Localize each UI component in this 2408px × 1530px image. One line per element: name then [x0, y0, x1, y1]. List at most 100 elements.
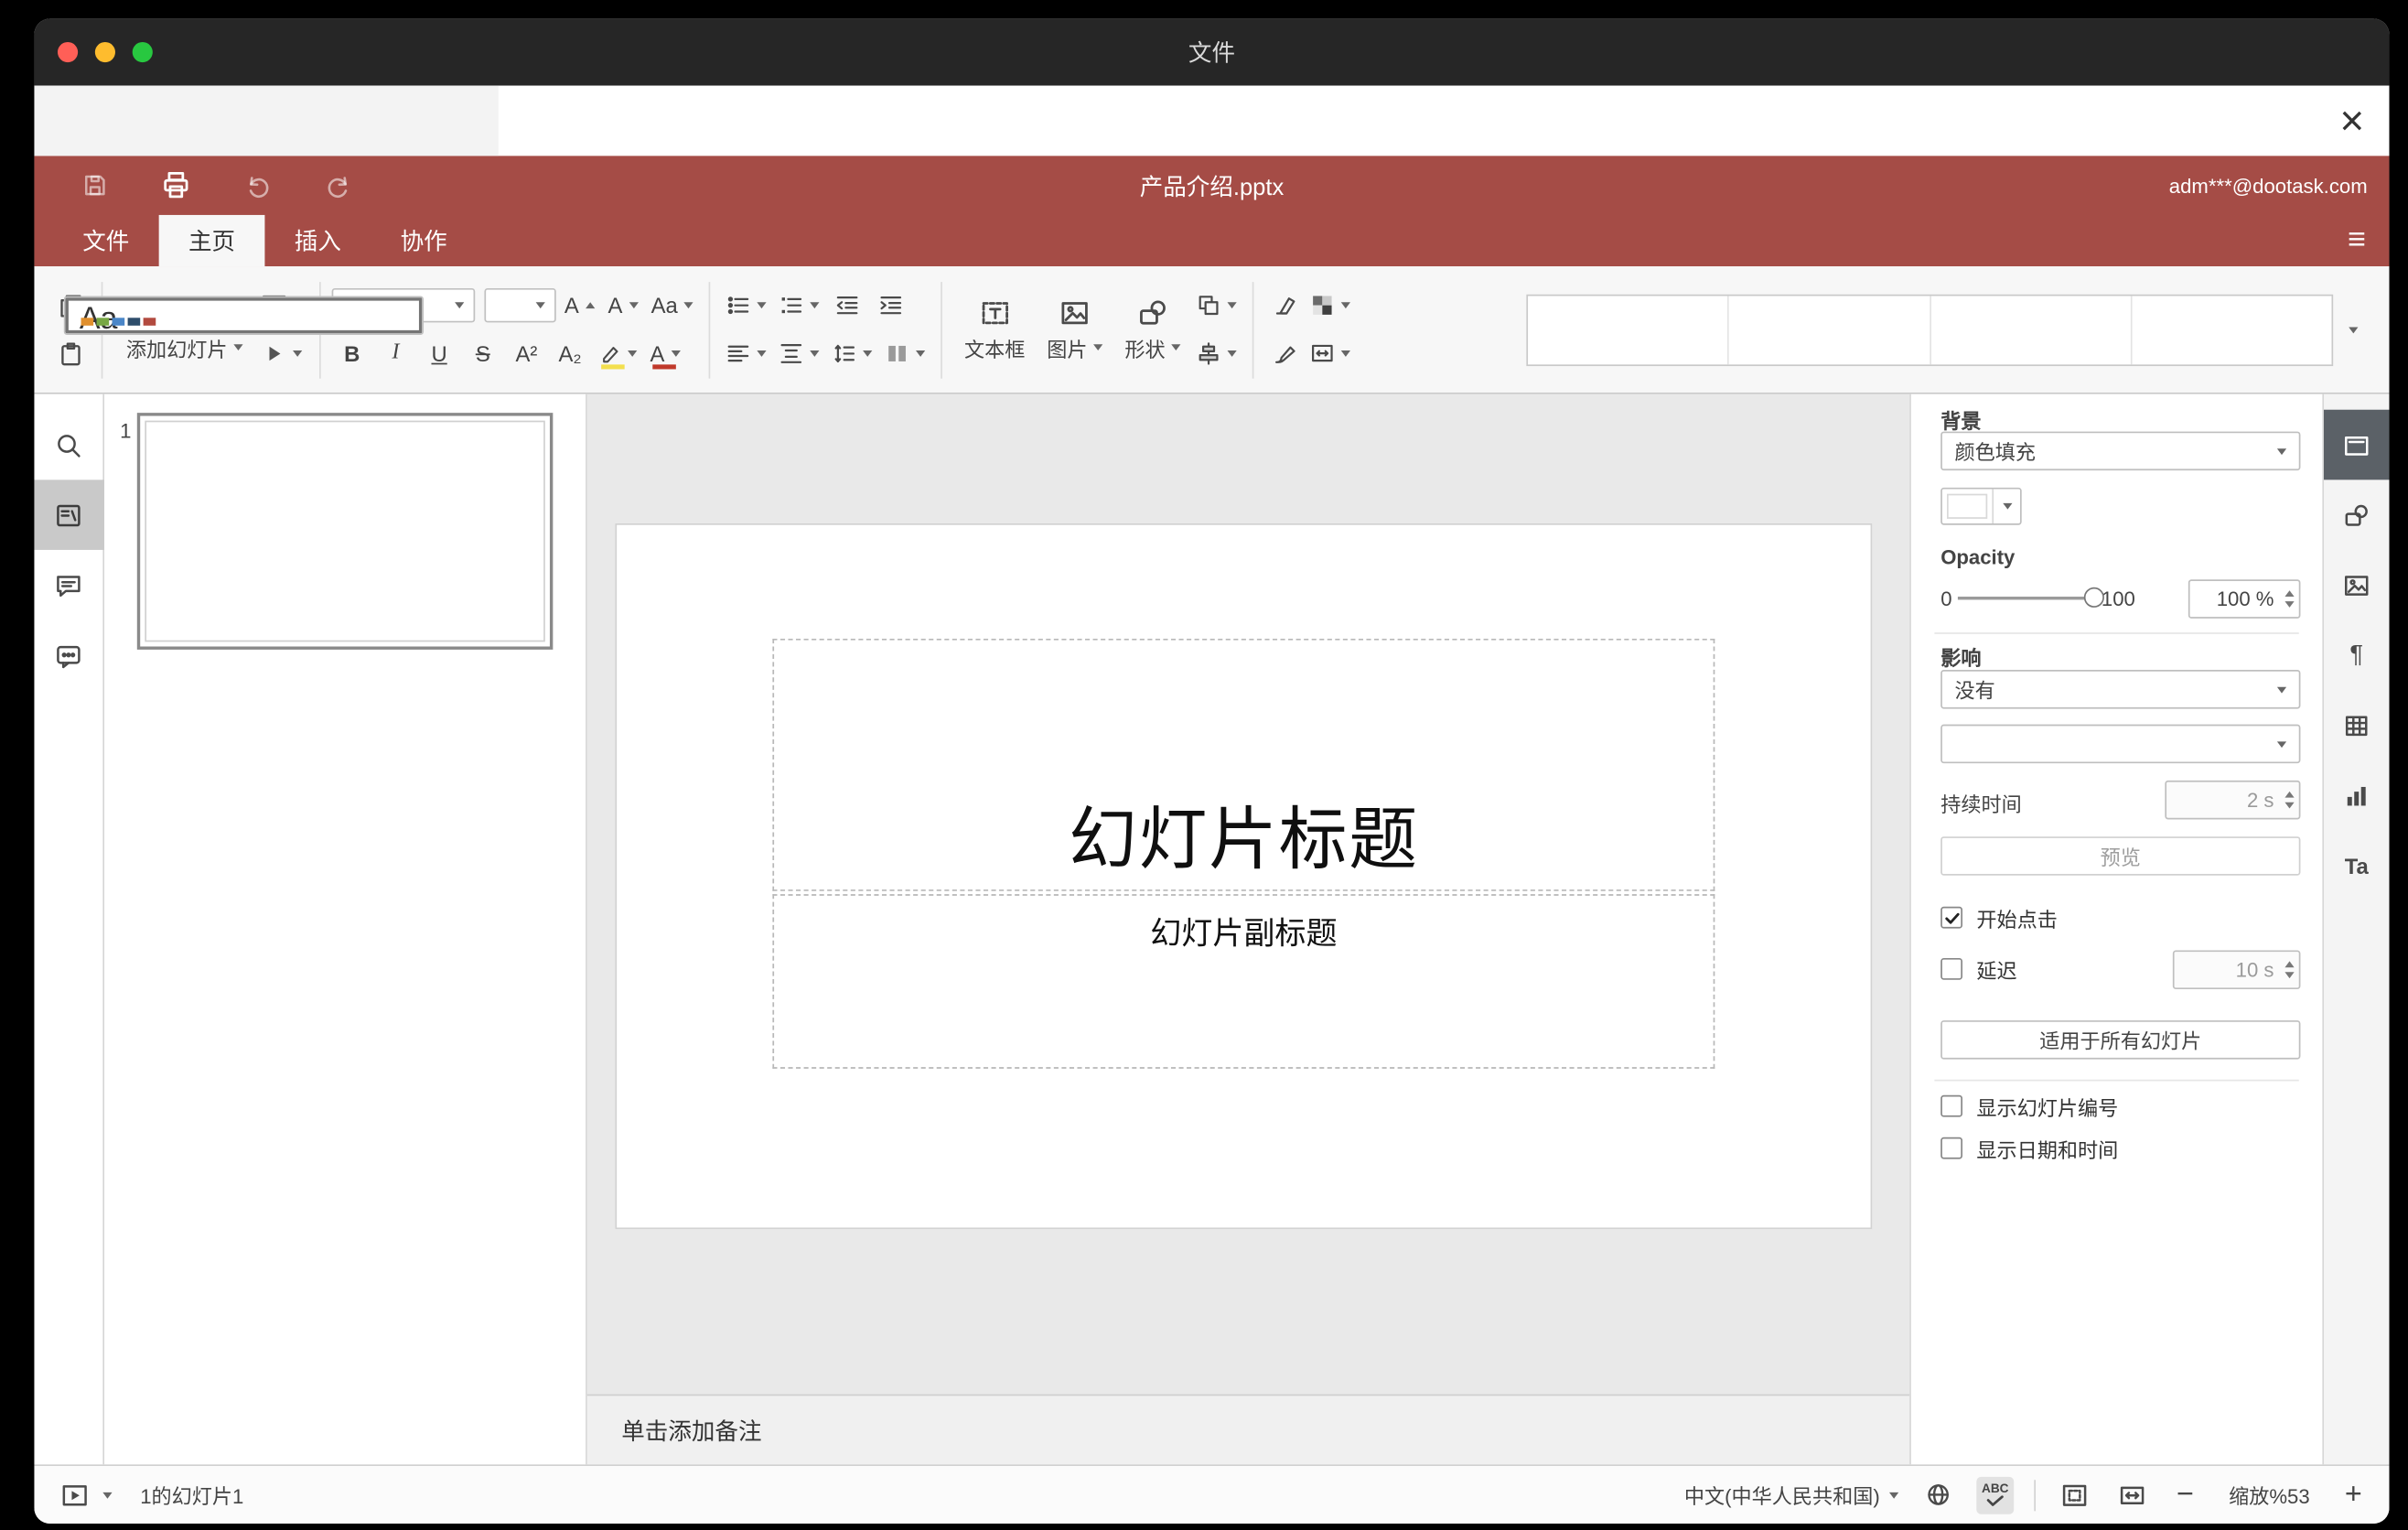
- title-placeholder[interactable]: 幻灯片标题: [772, 638, 1715, 891]
- chevron-down-icon: [1341, 350, 1351, 357]
- print-icon[interactable]: [159, 168, 193, 202]
- set-language-globe-button[interactable]: [1919, 1476, 1956, 1514]
- theme-thumbnail-4-selected[interactable]: Aa: [63, 295, 425, 336]
- language-selector[interactable]: 中文(中华人民共和国): [1684, 1480, 1899, 1509]
- tab-insert[interactable]: 插入: [264, 215, 371, 266]
- paste-icon[interactable]: [49, 333, 90, 373]
- superscript-button[interactable]: A²: [506, 333, 546, 373]
- fit-slide-button[interactable]: [2056, 1476, 2093, 1514]
- vertical-align-button[interactable]: [774, 333, 823, 373]
- change-case-button[interactable]: Aa: [647, 286, 698, 326]
- theme-color-swatch: [81, 317, 94, 325]
- tab-collaboration[interactable]: 协作: [371, 215, 477, 266]
- chat-button[interactable]: [34, 620, 103, 691]
- slide-thumbnail-selected[interactable]: [136, 413, 554, 650]
- close-icon[interactable]: ×: [2339, 99, 2364, 142]
- increase-indent-button[interactable]: [871, 286, 911, 326]
- thumbnail-number: 1: [120, 418, 132, 443]
- fill-color-button[interactable]: [1306, 286, 1355, 326]
- start-slideshow-status-button[interactable]: [56, 1476, 93, 1514]
- shape-settings-tab[interactable]: [2323, 479, 2389, 550]
- italic-button[interactable]: I: [375, 333, 415, 373]
- delay-checkbox[interactable]: [1940, 957, 1963, 980]
- slide-thumbnail-preview: [145, 420, 545, 642]
- increase-font-button[interactable]: A: [559, 286, 599, 326]
- chevron-down-icon: [535, 302, 545, 309]
- preview-button[interactable]: 预览: [1940, 836, 2301, 876]
- bold-button[interactable]: B: [332, 333, 372, 373]
- theme-thumbnail-5[interactable]: [2132, 296, 2331, 364]
- theme-gallery-expand-button[interactable]: [2333, 294, 2373, 365]
- start-slideshow-button[interactable]: [255, 333, 308, 373]
- paragraph-settings-tab[interactable]: ¶: [2323, 620, 2389, 691]
- textart-settings-tab[interactable]: Ta: [2323, 830, 2389, 900]
- fit-width-button[interactable]: [2113, 1476, 2151, 1514]
- show-date-time-checkbox[interactable]: [1940, 1137, 1963, 1159]
- tab-file[interactable]: 文件: [53, 215, 159, 266]
- tab-home[interactable]: 主页: [158, 214, 265, 267]
- effect-type-select[interactable]: [1940, 724, 2301, 764]
- theme-thumbnail-3[interactable]: [1930, 295, 2133, 364]
- theme-thumbnail-2[interactable]: [1729, 295, 1931, 364]
- horizontal-align-button[interactable]: [721, 333, 770, 373]
- strikethrough-button[interactable]: S: [463, 333, 503, 373]
- redo-icon[interactable]: [321, 168, 355, 202]
- background-fill-select[interactable]: 颜色填充: [1940, 431, 2301, 471]
- delay-label: 延迟: [1976, 958, 2017, 983]
- clear-style-button[interactable]: [1265, 286, 1306, 326]
- font-color-button[interactable]: A: [645, 333, 685, 373]
- line-spacing-button[interactable]: [827, 333, 876, 373]
- insert-shape-button[interactable]: 形状: [1114, 296, 1192, 362]
- subscript-button[interactable]: A₂: [550, 333, 590, 373]
- font-size-select[interactable]: [484, 287, 556, 323]
- panel-divider: [1934, 1079, 2299, 1082]
- show-slide-number-checkbox[interactable]: [1940, 1094, 1963, 1117]
- chevron-down-icon: [2002, 502, 2012, 510]
- insert-textbox-button[interactable]: 文本框: [953, 296, 1036, 362]
- apply-to-all-slides-button[interactable]: 适用于所有幻灯片: [1940, 1020, 2301, 1060]
- decrease-font-button[interactable]: A: [603, 286, 643, 326]
- duration-spinner[interactable]: 2 s: [2165, 780, 2301, 820]
- theme-thumbnail-1[interactable]: [1528, 295, 1730, 364]
- bullets-button[interactable]: [721, 286, 770, 326]
- background-color-picker[interactable]: [1940, 487, 2022, 525]
- subtitle-placeholder[interactable]: 幻灯片副标题: [772, 894, 1715, 1069]
- insert-image-button[interactable]: 图片: [1036, 296, 1113, 362]
- zoom-window-button[interactable]: [132, 41, 153, 63]
- search-button[interactable]: [34, 410, 103, 480]
- arrange-shapes-button[interactable]: [1192, 286, 1242, 326]
- numbering-button[interactable]: [774, 286, 823, 326]
- highlight-color-button[interactable]: [594, 333, 642, 373]
- slide[interactable]: 幻灯片标题 幻灯片副标题: [615, 523, 1873, 1230]
- hamburger-menu-icon[interactable]: ≡: [2348, 215, 2366, 266]
- start-on-click-checkbox-checked[interactable]: [1940, 906, 1963, 929]
- slide-settings-tab[interactable]: [2323, 409, 2390, 480]
- chart-settings-tab[interactable]: [2323, 760, 2389, 831]
- delay-spinner[interactable]: 10 s: [2172, 950, 2301, 990]
- opacity-slider[interactable]: [1958, 587, 2105, 608]
- decrease-indent-button[interactable]: [827, 286, 867, 326]
- textart-icon: Ta: [2344, 853, 2369, 878]
- spellcheck-button[interactable]: ABC: [1976, 1476, 2015, 1514]
- notes-area[interactable]: 单击添加备注: [586, 1394, 1910, 1465]
- chevron-down-icon: [628, 350, 638, 357]
- zoom-out-button[interactable]: −: [2171, 1478, 2199, 1512]
- zoom-in-button[interactable]: +: [2339, 1478, 2368, 1512]
- slides-panel-button[interactable]: [34, 479, 104, 550]
- image-settings-tab[interactable]: [2323, 550, 2389, 620]
- close-window-button[interactable]: [57, 41, 79, 63]
- chevron-down-icon: [1171, 344, 1181, 351]
- effect-select[interactable]: 没有: [1940, 670, 2301, 709]
- opacity-spinner[interactable]: 100 %: [2188, 578, 2301, 619]
- align-shapes-button[interactable]: [1192, 333, 1242, 373]
- minimize-window-button[interactable]: [94, 41, 115, 63]
- slide-size-button[interactable]: [1306, 333, 1355, 373]
- chevron-down-icon: [671, 350, 681, 357]
- comments-button[interactable]: [34, 550, 103, 620]
- undo-icon[interactable]: [240, 168, 274, 202]
- copy-style-button[interactable]: [1265, 333, 1306, 373]
- underline-button[interactable]: U: [419, 333, 459, 373]
- table-settings-tab[interactable]: [2323, 690, 2389, 760]
- columns-button[interactable]: [880, 333, 930, 373]
- save-icon[interactable]: [78, 168, 112, 202]
